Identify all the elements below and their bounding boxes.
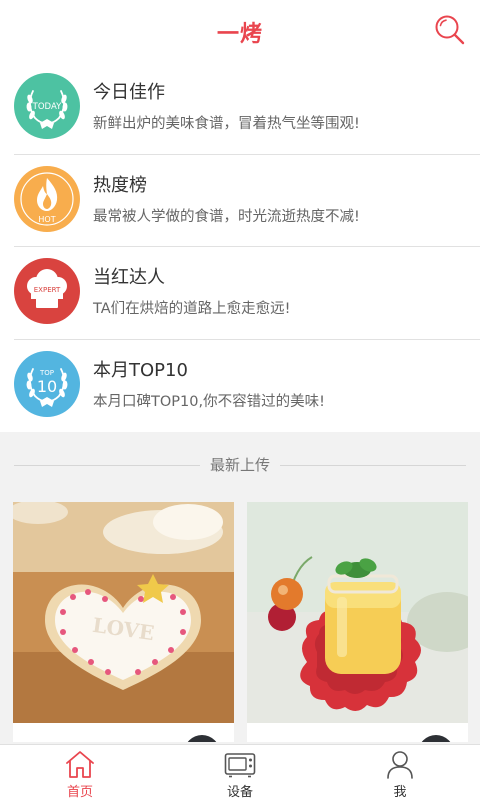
recipe-card[interactable]: LOVE	[13, 502, 234, 742]
tab-device[interactable]: 设备	[160, 745, 320, 800]
pudding-jar-photo	[247, 502, 468, 723]
tab-home[interactable]: 首页	[0, 745, 160, 800]
section-header: 最新上传	[0, 454, 480, 478]
badge-text: TOP	[39, 369, 54, 377]
feature-subtitle: 本月口碑TOP10,你不容错过的美味!	[93, 393, 325, 410]
feature-title: 热度榜	[93, 174, 147, 196]
feature-list: TODAY 今日佳作 新鲜出炉的美味食谱，冒着热气坐等围观! HOT 热度榜 最…	[0, 62, 480, 432]
flame-icon: HOT	[14, 165, 80, 232]
feature-title: 今日佳作	[93, 82, 165, 103]
feature-subtitle: TA们在烘焙的道路上愈走愈远!	[93, 301, 291, 317]
oven-icon	[224, 753, 256, 778]
bottom-tab-bar: 首页 设备 我	[0, 744, 480, 800]
app-header: 一烤	[0, 0, 480, 62]
feature-row-top10[interactable]: TOP 10 本月TOP10 本月口碑TOP10,你不容错过的美味!	[14, 340, 480, 433]
user-icon	[387, 751, 413, 779]
avatar[interactable]	[184, 735, 220, 742]
hot-badge: HOT	[14, 165, 80, 232]
recipe-card[interactable]	[247, 502, 468, 742]
badge-text: TODAY	[32, 102, 62, 112]
search-button[interactable]	[432, 12, 468, 48]
feature-subtitle: 新鲜出炉的美味食谱，冒着热气坐等围观!	[93, 116, 360, 132]
feature-row-today[interactable]: TODAY 今日佳作 新鲜出炉的美味食谱，冒着热气坐等围观!	[14, 62, 480, 155]
tab-label: 设备	[226, 785, 253, 800]
search-icon	[435, 15, 465, 45]
badge-text: HOT	[38, 215, 55, 224]
badge-number: 10	[37, 377, 57, 396]
expert-badge: EXPERT	[14, 258, 80, 324]
laurel-wreath-icon: TODAY	[14, 73, 80, 139]
tab-me[interactable]: 我	[320, 745, 480, 800]
app-logo: 一烤	[216, 21, 263, 47]
divider	[280, 465, 466, 466]
laurel-wreath-icon: TOP 10	[14, 350, 80, 417]
avatar[interactable]	[418, 735, 454, 742]
feature-title: 本月TOP10	[93, 359, 188, 381]
badge-text: EXPERT	[34, 286, 61, 294]
home-icon	[66, 751, 94, 778]
top10-badge: TOP 10	[14, 350, 80, 417]
tab-label: 首页	[66, 785, 93, 800]
heart-cookie-photo: LOVE	[13, 502, 234, 723]
chef-hat-icon: EXPERT	[14, 258, 80, 324]
feature-title: 当红达人	[93, 267, 165, 288]
feature-row-expert[interactable]: EXPERT 当红达人 TA们在烘焙的道路上愈走愈远!	[14, 247, 480, 340]
feature-row-hot[interactable]: HOT 热度榜 最常被人学做的食谱，时光流逝热度不减!	[14, 155, 480, 247]
feature-subtitle: 最常被人学做的食谱，时光流逝热度不减!	[93, 208, 360, 225]
today-badge: TODAY	[14, 73, 80, 139]
tab-label: 我	[393, 785, 407, 800]
